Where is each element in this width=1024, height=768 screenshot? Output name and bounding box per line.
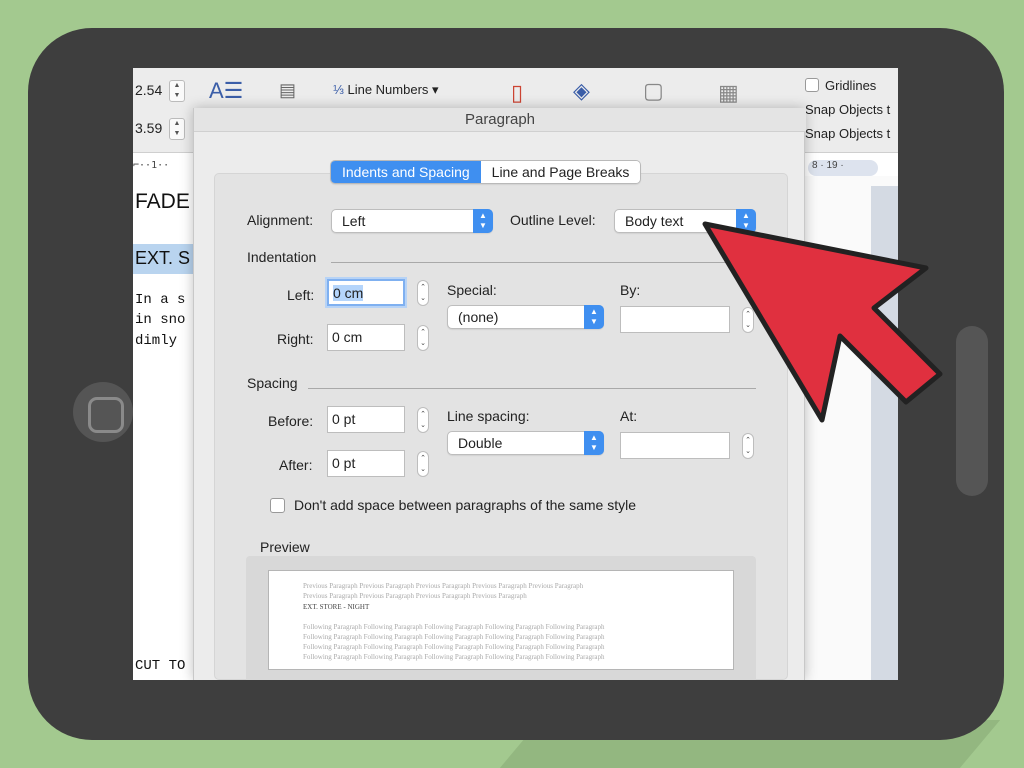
before-input[interactable]: 0 pt	[327, 406, 405, 433]
after-input[interactable]: 0 pt	[327, 450, 405, 477]
columns-icon[interactable]: ▤	[279, 80, 296, 101]
dialog-title: Paragraph	[194, 108, 806, 132]
chevron-updown-icon: ▲ ▼	[584, 431, 604, 455]
right-indent-label: Right:	[277, 331, 314, 347]
page-borders-icon[interactable]: ▢	[643, 78, 664, 104]
right-indent-stepper-icon[interactable]: ⌃ ⌄	[417, 325, 429, 351]
by-label: By:	[620, 282, 641, 298]
right-indent-value: 0 cm	[332, 329, 363, 345]
snap-objects-1-label: Snap Objects t	[805, 102, 891, 117]
before-label: Before:	[268, 413, 314, 429]
after-label: After:	[279, 457, 313, 473]
snap-objects-2[interactable]: Snap Objects t	[805, 126, 890, 141]
side-button	[956, 326, 988, 496]
ribbon-stepper-1-icon[interactable]: ▲ ▼	[169, 80, 185, 102]
gridlines-label: Gridlines	[825, 78, 877, 93]
preview-following-line-1: Following Paragraph Following Paragraph …	[303, 623, 605, 631]
preview-area: Previous Paragraph Previous Paragraph Pr…	[246, 556, 756, 680]
document-line-5: dimly	[135, 333, 178, 349]
tab-line-and-page-breaks[interactable]: Line and Page Breaks	[480, 161, 641, 183]
left-indent-input[interactable]: 0 cm	[327, 279, 405, 306]
right-indent-input[interactable]: 0 cm	[327, 324, 405, 351]
chevron-updown-icon: ▲ ▼	[584, 305, 604, 329]
spacing-heading: Spacing	[247, 375, 298, 391]
dont-add-space-label: Don't add space between paragraphs of th…	[294, 497, 636, 513]
text-direction-icon[interactable]: A☰	[209, 78, 243, 104]
left-indent-label: Left:	[287, 287, 315, 303]
before-value: 0 pt	[332, 411, 356, 427]
chevron-updown-icon: ▲ ▼	[736, 209, 756, 233]
after-value: 0 pt	[332, 455, 356, 471]
tab-indents-and-spacing[interactable]: Indents and Spacing	[331, 161, 481, 183]
snap-objects-1[interactable]: Snap Objects t	[805, 102, 890, 117]
line-numbers-label: Line Numbers	[347, 82, 429, 97]
special-select[interactable]: (none) ▲ ▼	[447, 305, 604, 329]
ribbon-field-2[interactable]: 3.59	[133, 118, 173, 140]
indentation-heading: Indentation	[247, 249, 317, 265]
before-stepper-icon[interactable]: ⌃ ⌄	[417, 407, 429, 433]
home-button-icon	[73, 382, 133, 442]
ribbon-field-1[interactable]: 2.54	[133, 80, 173, 102]
line-spacing-value: Double	[458, 435, 503, 451]
outline-level-value: Body text	[625, 213, 684, 229]
at-label: At:	[620, 408, 638, 424]
gridlines-checkbox[interactable]: Gridlines	[805, 78, 876, 93]
page-color-icon[interactable]: ◈	[573, 78, 590, 104]
watermark-icon[interactable]: ▯	[511, 80, 523, 106]
line-numbers-icon: ⅓	[333, 82, 348, 97]
at-stepper-icon[interactable]: ⌃ ⌄	[742, 433, 754, 459]
by-stepper-icon[interactable]: ⌃ ⌄	[742, 307, 754, 333]
dialog-tabs: Indents and Spacing Line and Page Breaks	[330, 160, 642, 184]
document-line-4: in sno	[135, 312, 186, 328]
ruler-right-numbers: 8 · 19 ·	[812, 160, 844, 171]
left-indent-value: 0 cm	[333, 285, 364, 301]
alignment-label: Alignment:	[247, 212, 314, 228]
document-line-cut-to: CUT TO	[135, 658, 186, 674]
preview-following-line-4: Following Paragraph Following Paragraph …	[303, 653, 605, 661]
dont-add-space-checkbox[interactable]	[270, 498, 285, 513]
preview-following-line-3: Following Paragraph Following Paragraph …	[303, 643, 605, 651]
paragraph-dialog: Paragraph Indents and Spacing Line and P…	[193, 108, 806, 680]
ruler-left-number: 1	[151, 160, 158, 171]
grid-options-icon[interactable]: ▦	[718, 80, 739, 106]
ruler-right: 8 · 19 ·	[808, 160, 878, 176]
gridlines-checkbox-box[interactable]	[805, 78, 819, 92]
preview-previous-line-2: Previous Paragraph Previous Paragraph Pr…	[303, 592, 527, 600]
preview-previous-line-1: Previous Paragraph Previous Paragraph Pr…	[303, 582, 584, 590]
spacing-divider	[308, 388, 756, 389]
alignment-value: Left	[342, 213, 366, 229]
preview-following-line-2: Following Paragraph Following Paragraph …	[303, 633, 605, 641]
left-indent-stepper-icon[interactable]: ⌃ ⌄	[417, 280, 429, 306]
document-line-selected: EXT. S	[133, 244, 193, 274]
indentation-divider	[331, 262, 756, 263]
special-value: (none)	[458, 309, 499, 325]
ribbon-stepper-2-icon[interactable]: ▲ ▼	[169, 118, 185, 140]
alignment-select[interactable]: Left ▲ ▼	[331, 209, 493, 233]
preview-current-paragraph: EXT. STORE - NIGHT	[303, 603, 370, 611]
document-line-3: In a s	[135, 292, 186, 308]
ruler-left: ⌐··1··	[133, 160, 170, 171]
line-spacing-select[interactable]: Double ▲ ▼	[447, 431, 604, 455]
screen: 2.54 ▲ ▼ 3.59 ▲ ▼ A☰ ▤ ⅓ Line Numbers ▾ ▯ …	[133, 68, 898, 680]
tablet-frame: 2.54 ▲ ▼ 3.59 ▲ ▼ A☰ ▤ ⅓ Line Numbers ▾ ▯ …	[28, 28, 1004, 740]
chevron-updown-icon: ▲ ▼	[473, 209, 493, 233]
special-label: Special:	[447, 282, 497, 298]
document-line-fade: FADE	[135, 190, 190, 213]
outline-level-select[interactable]: Body text ▲ ▼	[614, 209, 756, 233]
at-input[interactable]	[620, 432, 730, 459]
line-numbers-button[interactable]: ⅓ Line Numbers ▾	[333, 82, 439, 98]
by-input[interactable]	[620, 306, 730, 333]
line-spacing-label: Line spacing:	[447, 408, 530, 424]
document-right-margin	[805, 176, 898, 680]
preview-page: Previous Paragraph Previous Paragraph Pr…	[268, 570, 734, 670]
after-stepper-icon[interactable]: ⌃ ⌄	[417, 451, 429, 477]
preview-heading: Preview	[260, 539, 310, 555]
snap-objects-2-label: Snap Objects t	[805, 126, 891, 141]
outline-level-label: Outline Level:	[510, 212, 596, 228]
